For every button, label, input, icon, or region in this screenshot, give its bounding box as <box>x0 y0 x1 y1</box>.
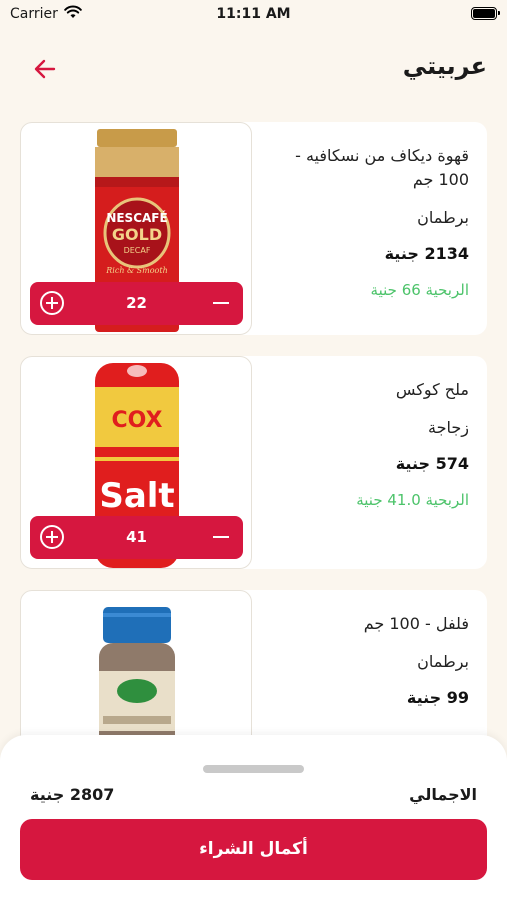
product-card: NESCAFÉ GOLD DECAF Rich & Smooth قهوة دي… <box>20 122 487 335</box>
product-pack: برطمان <box>417 652 469 671</box>
header: عربيتي <box>0 40 507 100</box>
checkout-sheet: الاجمالي 2807 جنية أكمال الشراء <box>0 735 507 900</box>
product-info: فلفل - 100 جم برطمان 99 جنية <box>269 612 469 707</box>
battery-icon <box>471 7 500 20</box>
clock: 11:11 AM <box>216 6 291 22</box>
product-name: فلفل - 100 جم <box>363 614 469 633</box>
product-profit: الربحية 41.0 جنية <box>356 491 469 509</box>
svg-text:DECAF: DECAF <box>124 246 151 255</box>
product-price: 2134 جنية <box>384 244 469 263</box>
total-label: الاجمالي <box>409 785 477 804</box>
product-pack: زجاجة <box>428 418 469 437</box>
product-card: COX Salt ملح كوكس زجاجة 574 جنية الربحية… <box>20 356 487 569</box>
arrow-left-icon[interactable] <box>30 54 60 84</box>
svg-text:Salt: Salt <box>99 476 174 516</box>
quantity-stepper: 22 <box>30 282 243 325</box>
quantity-value: 22 <box>126 294 147 312</box>
product-price: 574 جنية <box>395 454 469 473</box>
product-pack: برطمان <box>417 208 469 227</box>
svg-text:COX: COX <box>111 408 162 433</box>
svg-text:NESCAFÉ: NESCAFÉ <box>106 210 167 225</box>
minus-icon[interactable] <box>213 302 229 304</box>
product-info: ملح كوكس زجاجة 574 جنية الربحية 41.0 جني… <box>269 378 469 509</box>
quantity-value: 41 <box>126 528 147 546</box>
checkout-button[interactable]: أكمال الشراء <box>20 819 487 880</box>
minus-icon[interactable] <box>213 536 229 538</box>
sheet-grabber[interactable] <box>203 765 304 773</box>
product-info: قهوة ديكاف من نسكافيه - 100 جم برطمان 21… <box>269 144 469 299</box>
product-price: 99 جنية <box>406 688 469 707</box>
quantity-stepper: 41 <box>30 516 243 559</box>
svg-text:Rich & Smooth: Rich & Smooth <box>105 266 168 275</box>
product-name: قهوة ديكاف من نسكافيه - 100 جم <box>295 146 469 189</box>
product-name: ملح كوكس <box>395 380 469 399</box>
svg-text:GOLD: GOLD <box>112 225 162 244</box>
total-value: 2807 جنية <box>30 785 115 804</box>
status-bar: Carrier 11:11 AM <box>0 0 507 30</box>
product-profit: الربحية 66 جنية <box>370 281 469 299</box>
page-title: عربيتي <box>402 52 487 80</box>
